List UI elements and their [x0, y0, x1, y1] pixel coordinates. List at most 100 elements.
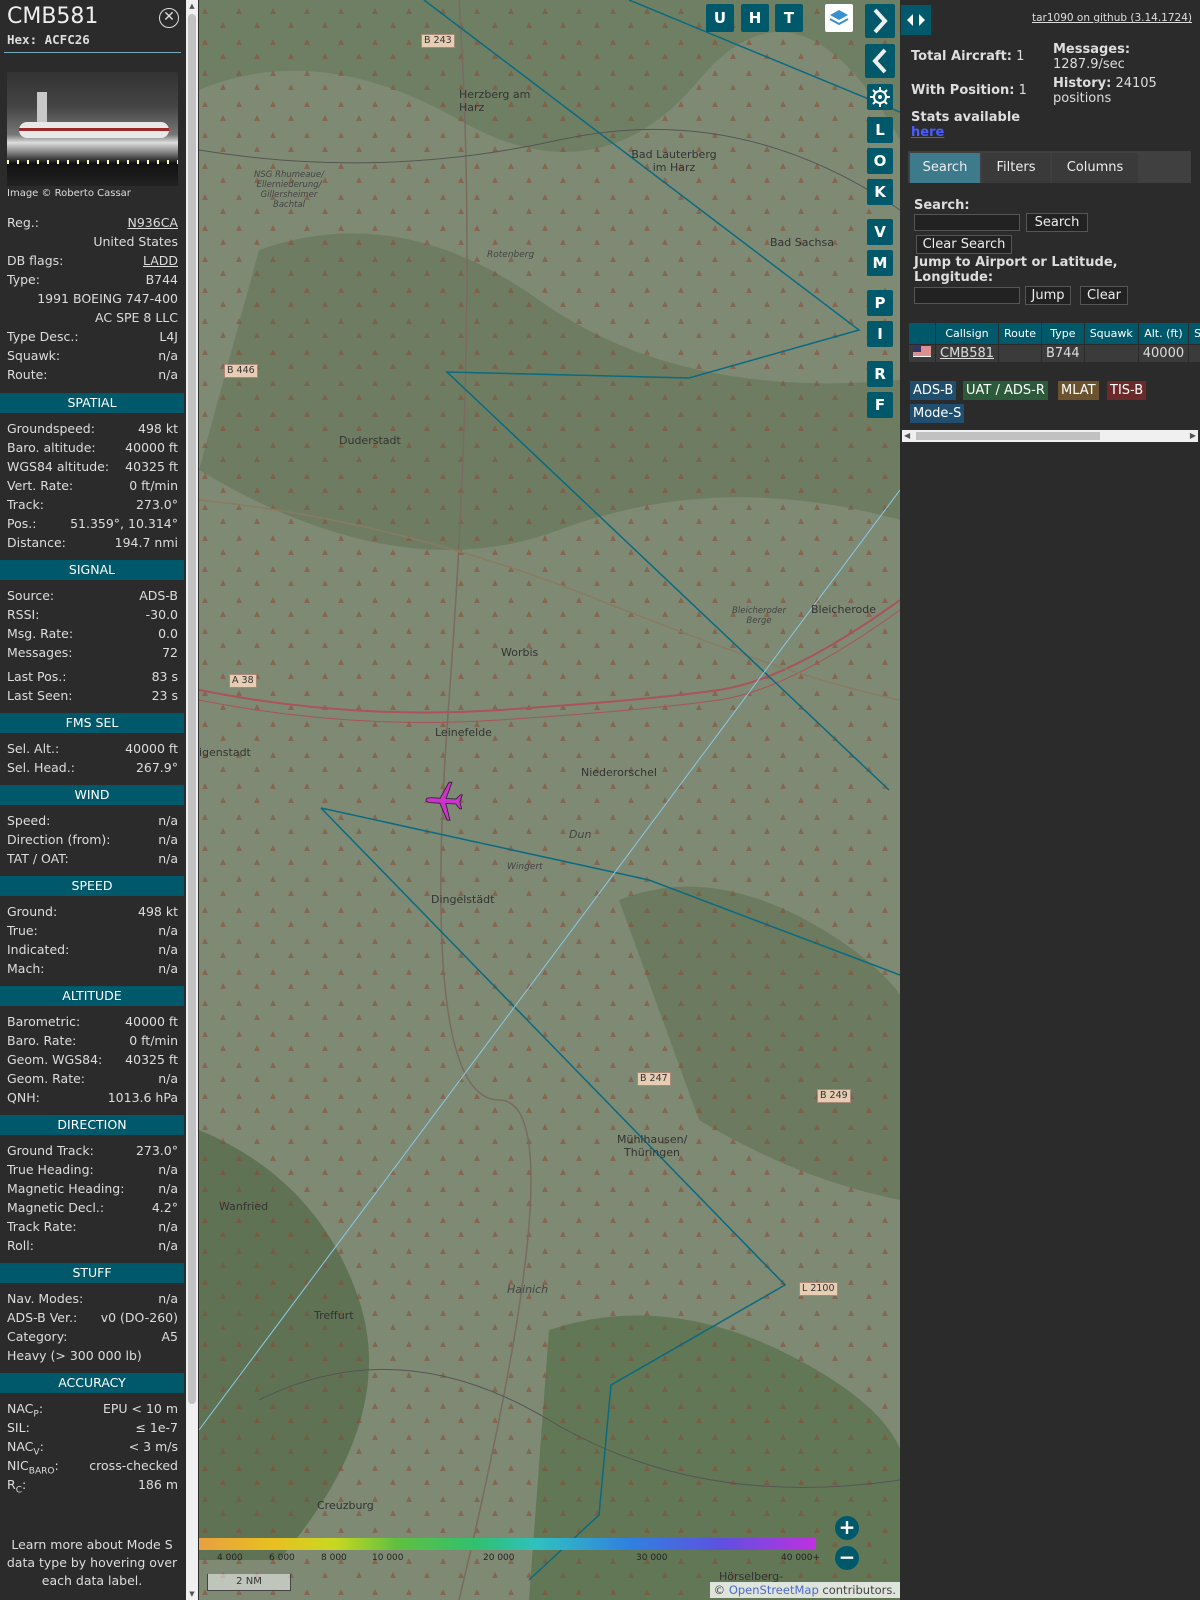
info-value: B744 — [145, 272, 178, 287]
table-scrollbar[interactable]: ◀ ▶ — [902, 430, 1198, 442]
layers-icon[interactable] — [825, 4, 853, 32]
osm-link[interactable]: OpenStreetMap — [729, 1583, 819, 1597]
aircraft-marker-icon[interactable] — [423, 778, 469, 824]
info-row: United States — [7, 232, 178, 251]
button-m[interactable]: M — [867, 250, 893, 276]
info-label: Geom. Rate: — [7, 1071, 86, 1086]
button-o[interactable]: O — [867, 148, 893, 174]
info-link[interactable]: N936CA — [128, 213, 179, 232]
info-value: 273.0° — [135, 497, 178, 512]
aircraft-photo[interactable] — [7, 72, 178, 186]
zoom-in-button[interactable]: + — [835, 1516, 859, 1540]
button-k[interactable]: K — [867, 179, 893, 205]
info-link[interactable]: LADD — [143, 251, 178, 270]
gear-icon[interactable] — [867, 84, 893, 110]
info-label: Vert. Rate: — [7, 478, 74, 493]
tab-filters[interactable]: Filters — [982, 153, 1050, 183]
info-label: Last Pos.: — [7, 669, 67, 684]
info-row: Barometric: 40000 ft — [7, 1012, 178, 1031]
button-l[interactable]: L — [867, 117, 893, 143]
column-header[interactable]: Callsign — [934, 322, 1000, 345]
info-row: ADS-B Ver.: v0 (DO-260) — [7, 1308, 178, 1327]
button-v[interactable]: V — [867, 219, 893, 245]
info-row: Distance: 194.7 nmi — [7, 533, 178, 552]
info-row: SIL: ≤ 1e-7 — [7, 1418, 178, 1437]
chevron-right-icon[interactable] — [865, 4, 895, 38]
column-header[interactable]: Type — [1040, 322, 1085, 345]
town-label: Dingelstädt — [431, 893, 495, 906]
info-value: 498 kt — [138, 904, 178, 919]
scroll-left-icon[interactable]: ◀ — [904, 430, 910, 442]
scroll-up-icon[interactable]: ▲ — [188, 2, 196, 10]
info-label: Magnetic Decl.: — [7, 1200, 105, 1215]
tab-columns[interactable]: Columns — [1052, 153, 1138, 183]
town-label: Dun — [569, 828, 592, 841]
table-row[interactable]: CMB581 B744 40000 — [908, 344, 1200, 363]
info-value: n/a — [158, 961, 178, 976]
info-row: RC: 186 m — [7, 1475, 178, 1496]
search-input[interactable] — [914, 214, 1020, 231]
info-label: QNH: — [7, 1090, 40, 1105]
info-label: Track Rate: — [7, 1219, 77, 1234]
info-value: < 3 m/s — [128, 1439, 178, 1454]
road-label: B 243 — [421, 34, 455, 48]
history-stat: History: 24105 positions — [1053, 76, 1157, 106]
chevron-left-icon[interactable] — [865, 44, 895, 78]
zoom-out-button[interactable]: − — [835, 1546, 859, 1570]
column-header[interactable]: Alt. (ft) — [1137, 322, 1190, 345]
legend-label: 40 000+ — [781, 1553, 821, 1563]
stats-link[interactable]: here — [911, 125, 944, 140]
info-label: Speed: — [7, 813, 51, 828]
map-view[interactable]: Herzberg am Harz Bad Lauterberg im Harz … — [199, 0, 900, 1600]
button-t[interactable]: T — [775, 4, 803, 32]
button-r[interactable]: R — [867, 361, 893, 387]
column-header[interactable]: Squawk — [1083, 322, 1139, 345]
info-value: -30.0 — [145, 607, 178, 622]
us-flag-icon — [908, 344, 936, 363]
photo-credit: Image © Roberto Cassar — [7, 188, 131, 199]
column-header[interactable]: Route — [998, 322, 1042, 345]
button-i[interactable]: I — [867, 321, 893, 347]
search-button[interactable]: Search — [1026, 213, 1088, 232]
info-value: n/a — [158, 851, 178, 866]
info-value: 83 s — [151, 669, 178, 684]
scroll-right-icon[interactable]: ▶ — [1190, 430, 1196, 442]
info-row: Last Pos.: 83 s — [7, 667, 178, 686]
town-label: Bad Sachsa — [770, 236, 834, 249]
button-f[interactable]: F — [867, 392, 893, 418]
info-label: RSSI: — [7, 607, 40, 622]
button-u[interactable]: U — [706, 4, 734, 32]
arrows-horizontal-icon[interactable] — [901, 5, 931, 35]
info-row: Msg. Rate: 0.0 — [7, 624, 178, 643]
jump-input[interactable] — [914, 287, 1020, 304]
close-icon[interactable]: ✕ — [159, 8, 179, 28]
cell-callsign[interactable]: CMB581 — [934, 344, 1000, 363]
info-row: Indicated: n/a — [7, 940, 178, 959]
info-value: 51.359°, 10.314° — [70, 516, 178, 531]
info-row: Category: A5 — [7, 1327, 178, 1346]
button-p[interactable]: P — [867, 290, 893, 316]
clear-search-button[interactable]: Clear Search — [916, 235, 1012, 254]
scroll-down-icon[interactable]: ▼ — [188, 1590, 196, 1598]
section-header: FMS SEL — [0, 713, 184, 733]
button-h[interactable]: H — [741, 4, 769, 32]
source-badge: Mode-S — [910, 404, 965, 423]
info-row: TAT / OAT: n/a — [7, 849, 178, 868]
source-badge: TIS-B — [1107, 381, 1147, 400]
info-row: Squawk: n/a — [7, 346, 178, 365]
column-header[interactable] — [908, 322, 936, 345]
info-label: Magnetic Heading: — [7, 1181, 125, 1196]
town-label: Hainich — [507, 1283, 549, 1296]
sidebar-scrollbar[interactable]: ▲ ▼ — [186, 0, 198, 1600]
clear-button[interactable]: Clear — [1080, 286, 1128, 305]
info-label: Ground Track: — [7, 1143, 94, 1158]
github-link[interactable]: tar1090 on github (3.14.1724) — [1032, 12, 1192, 24]
map-scale: 2 NM — [207, 1574, 291, 1591]
scrollbar-thumb[interactable] — [916, 432, 1100, 440]
tab-search[interactable]: Search — [910, 153, 980, 183]
info-label: Pos.: — [7, 516, 37, 531]
info-label: Heavy (> 300 000 lb) — [7, 1348, 142, 1363]
column-header[interactable]: Spd. — [1188, 322, 1200, 345]
scrollbar-thumb[interactable] — [188, 14, 196, 1404]
jump-button[interactable]: Jump — [1025, 286, 1071, 305]
